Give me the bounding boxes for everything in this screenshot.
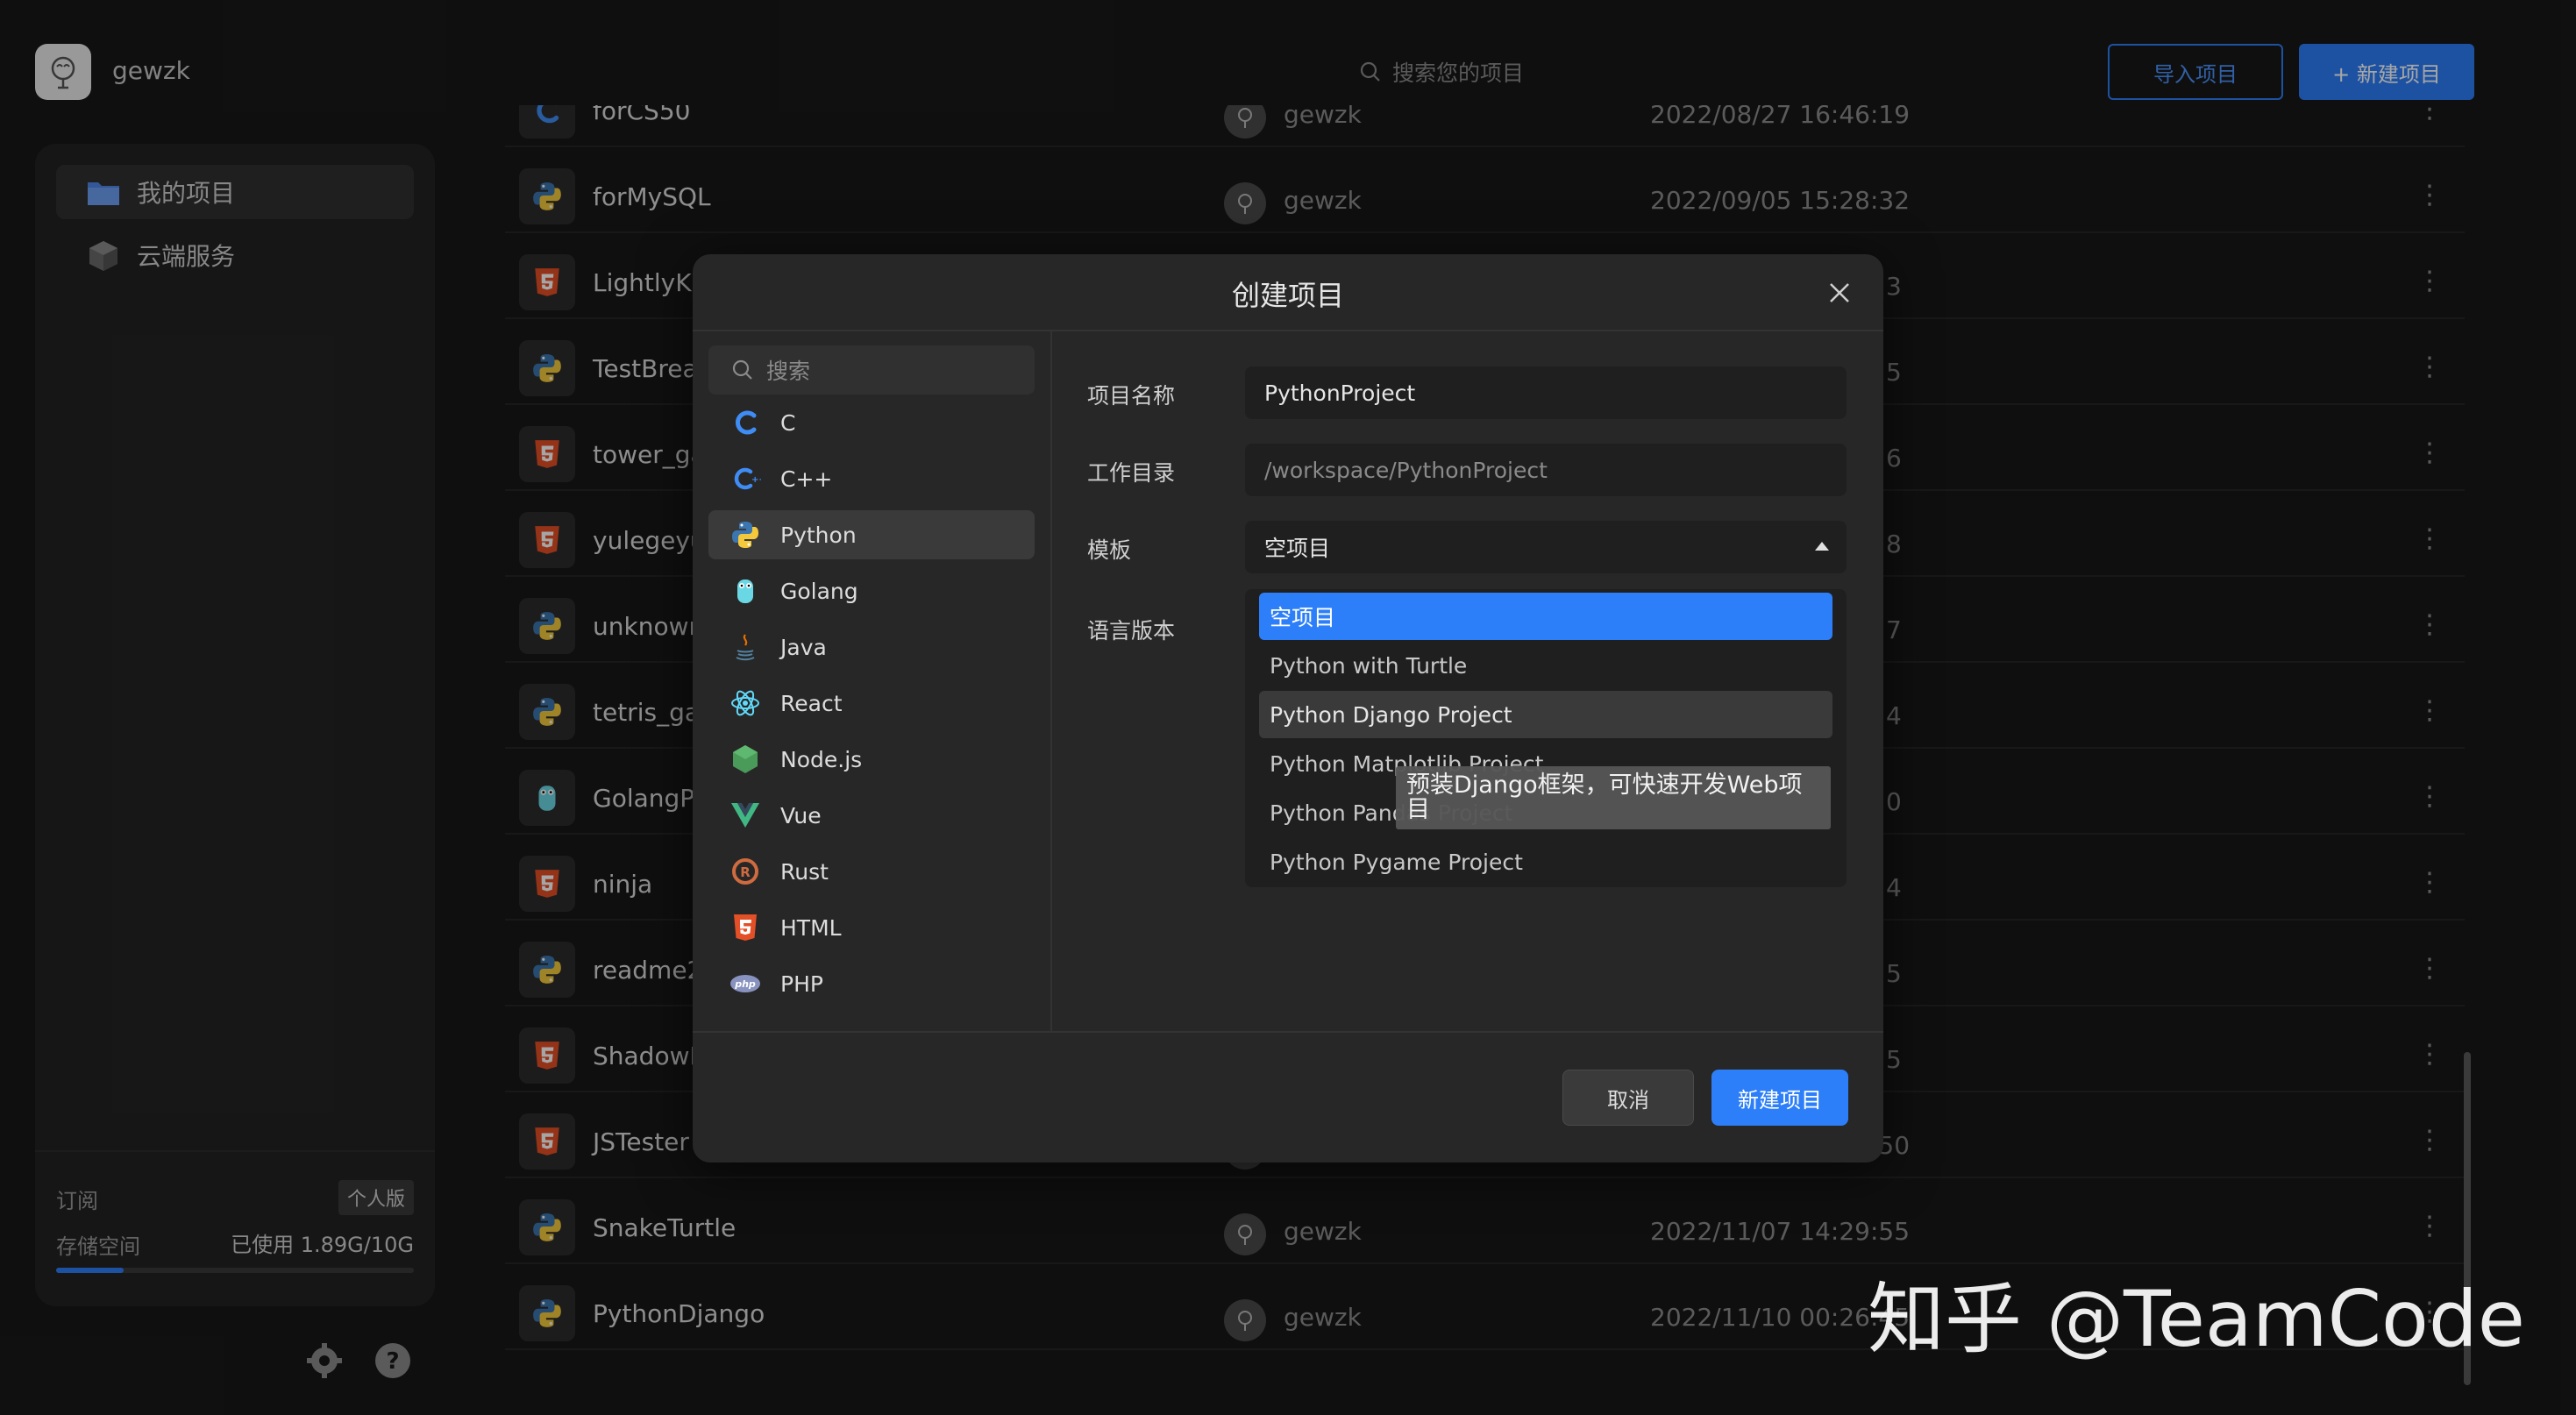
- template-select[interactable]: 空项目: [1245, 521, 1847, 573]
- nodejs-icon: [728, 742, 763, 777]
- template-option[interactable]: 空项目: [1259, 593, 1832, 640]
- caret-up-icon: [1815, 542, 1829, 551]
- template-option[interactable]: Python Pygame Project: [1259, 838, 1832, 885]
- svg-text:++: ++: [751, 475, 761, 485]
- template-selected-value: 空项目: [1264, 536, 1331, 561]
- language-label: C: [780, 409, 796, 436]
- language-label: React: [780, 690, 843, 716]
- language-label: Node.js: [780, 746, 863, 772]
- golang-gopher-icon: [728, 573, 763, 608]
- language-item-nodejs[interactable]: Node.js: [708, 735, 1035, 784]
- language-label: Rust: [780, 858, 829, 885]
- language-label: Python: [780, 522, 857, 548]
- language-item-vue[interactable]: Vue: [708, 791, 1035, 840]
- template-label: 模板: [1087, 537, 1132, 563]
- project-name-label: 项目名称: [1087, 383, 1176, 409]
- cpp-lang-icon: ++: [728, 461, 763, 496]
- java-icon: [728, 629, 763, 665]
- language-item-c[interactable]: C: [708, 398, 1035, 447]
- c-lang-icon: [728, 405, 763, 440]
- vue-icon: [728, 798, 763, 833]
- language-label: C++: [780, 466, 833, 492]
- html5-icon: [728, 910, 763, 945]
- language-version-label: 语言版本: [1087, 618, 1176, 644]
- language-item-rust[interactable]: R Rust: [708, 847, 1035, 896]
- svg-text:R: R: [740, 864, 751, 880]
- language-label: HTML: [780, 914, 842, 941]
- project-name-input[interactable]: PythonProject: [1245, 366, 1847, 419]
- language-label: Vue: [780, 802, 822, 828]
- workdir-label: 工作目录: [1087, 460, 1176, 486]
- language-item-python[interactable]: Python: [708, 510, 1035, 559]
- template-tooltip: 预装Django框架，可快速开发Web项目: [1396, 766, 1831, 829]
- close-icon[interactable]: [1822, 275, 1857, 310]
- php-icon: php: [728, 966, 763, 1001]
- language-item-java[interactable]: Java: [708, 622, 1035, 672]
- cancel-button[interactable]: 取消: [1562, 1070, 1694, 1126]
- svg-text:php: php: [734, 978, 756, 990]
- search-placeholder: 搜索: [766, 359, 811, 384]
- divider: [1050, 331, 1052, 1033]
- language-search-input[interactable]: 搜索: [708, 345, 1035, 395]
- language-label: Java: [780, 634, 827, 660]
- divider: [693, 1031, 1883, 1033]
- template-option[interactable]: Python Django Project: [1259, 691, 1832, 738]
- create-project-dialog: 创建项目 搜索 C ++ C++ Python: [693, 254, 1883, 1163]
- workdir-input[interactable]: /workspace/PythonProject: [1245, 444, 1847, 496]
- react-icon: [728, 686, 763, 721]
- language-item-golang[interactable]: Golang: [708, 566, 1035, 615]
- language-label: Golang: [780, 578, 858, 604]
- python-icon: [728, 517, 763, 552]
- template-option[interactable]: Python with Turtle: [1259, 642, 1832, 689]
- language-list: 搜索 C ++ C++ Python Golang Java: [708, 342, 1050, 1035]
- language-label: PHP: [780, 971, 823, 997]
- template-dropdown: 空项目 Python with Turtle Python Django Pro…: [1245, 589, 1847, 887]
- create-project-button[interactable]: 新建项目: [1711, 1070, 1848, 1126]
- watermark: 知乎 @TeamCode: [1868, 1274, 2525, 1364]
- dialog-title: 创建项目: [1231, 279, 1344, 312]
- language-item-c[interactable]: ++ C++: [708, 454, 1035, 503]
- divider: [693, 330, 1883, 331]
- language-item-html[interactable]: HTML: [708, 903, 1035, 952]
- language-item-php[interactable]: php PHP: [708, 959, 1035, 1008]
- search-icon: [732, 359, 752, 380]
- language-item-react[interactable]: React: [708, 679, 1035, 728]
- rust-icon: R: [728, 854, 763, 889]
